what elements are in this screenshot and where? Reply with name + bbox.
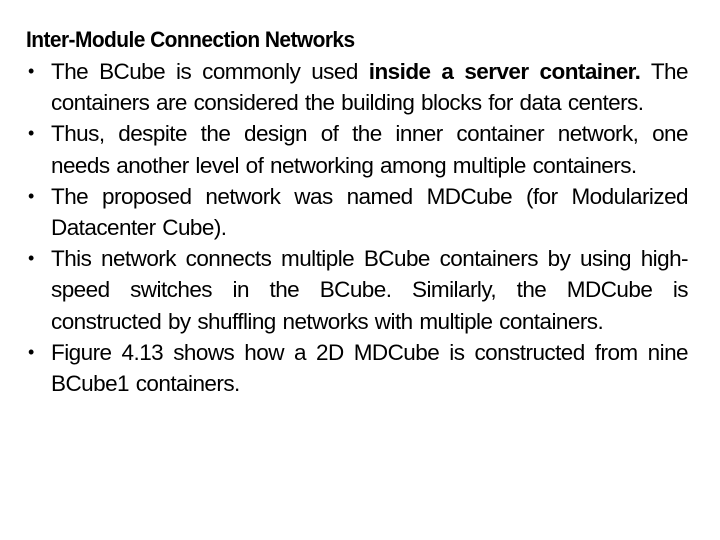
bullet-item: • The BCube is commonly used inside a se… [26, 56, 689, 118]
bullet-text: Figure 4.13 shows how a 2D MDCube is con… [51, 339, 689, 397]
bullet-text: This network connects multiple BCube con… [51, 246, 689, 334]
bullet-icon: • [28, 248, 34, 269]
bullet-item: • The proposed network was named MDCube … [26, 181, 689, 243]
bullet-text-bold: inside a server container. [368, 59, 641, 84]
bullet-text: Thus, despite the design of the inner co… [51, 121, 689, 178]
bullet-text: The proposed network was named MDCube (f… [51, 183, 689, 241]
bullet-item: • Thus, despite the design of the inner … [26, 118, 689, 180]
bullet-icon: • [28, 185, 34, 206]
bullet-icon: • [28, 61, 34, 81]
bullet-item: • This network connects multiple BCube c… [26, 243, 689, 337]
bullet-icon: • [28, 341, 34, 362]
bullet-icon: • [28, 123, 34, 144]
bullet-item: • Figure 4.13 shows how a 2D MDCube is c… [26, 337, 689, 399]
bullet-text: The BCube is commonly used [51, 59, 369, 84]
slide: Inter-Module Connection Networks • The B… [26, 26, 689, 399]
slide-title: Inter-Module Connection Networks [26, 27, 355, 52]
bullet-list: • The BCube is commonly used inside a se… [26, 56, 689, 399]
